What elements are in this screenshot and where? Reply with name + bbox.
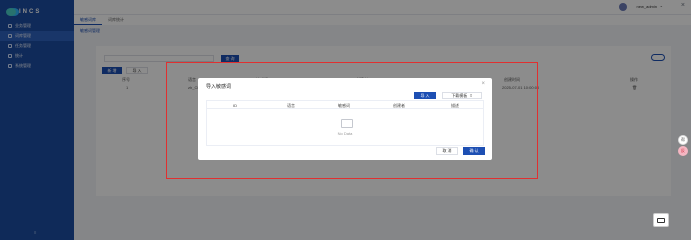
upload-icon: ⇧ bbox=[469, 93, 473, 98]
feedback-float-button[interactable]: 反 bbox=[678, 146, 688, 156]
download-template-label: 下载模板 bbox=[451, 92, 468, 98]
empty-box-icon bbox=[341, 119, 353, 128]
empty-text: No Data bbox=[337, 131, 353, 136]
table-header: 描述 bbox=[451, 103, 459, 108]
table-header: ID bbox=[233, 103, 237, 108]
table-header: 创建者 bbox=[393, 103, 405, 108]
keyboard-float-button[interactable] bbox=[653, 213, 669, 227]
cancel-button[interactable]: 取 消 bbox=[436, 147, 458, 155]
modal-import-button[interactable]: 导 入 bbox=[414, 92, 436, 99]
confirm-button[interactable]: 确 认 bbox=[463, 147, 485, 155]
table-header: 敏感词 bbox=[338, 103, 350, 108]
close-icon[interactable]: × bbox=[481, 81, 485, 87]
import-table: ID 语言 敏感词 创建者 描述 No Data bbox=[206, 100, 484, 146]
modal-title: 导入敏感词 bbox=[206, 84, 232, 90]
keyboard-icon bbox=[657, 217, 665, 223]
download-template-button[interactable]: 下载模板 ⇧ bbox=[442, 92, 482, 99]
help-float-button[interactable]: 帮 bbox=[678, 135, 688, 145]
import-modal: 导入敏感词 × 导 入 下载模板 ⇧ ID 语言 敏感词 创建者 描述 No D… bbox=[198, 78, 492, 160]
table-header: 语言 bbox=[287, 103, 295, 108]
